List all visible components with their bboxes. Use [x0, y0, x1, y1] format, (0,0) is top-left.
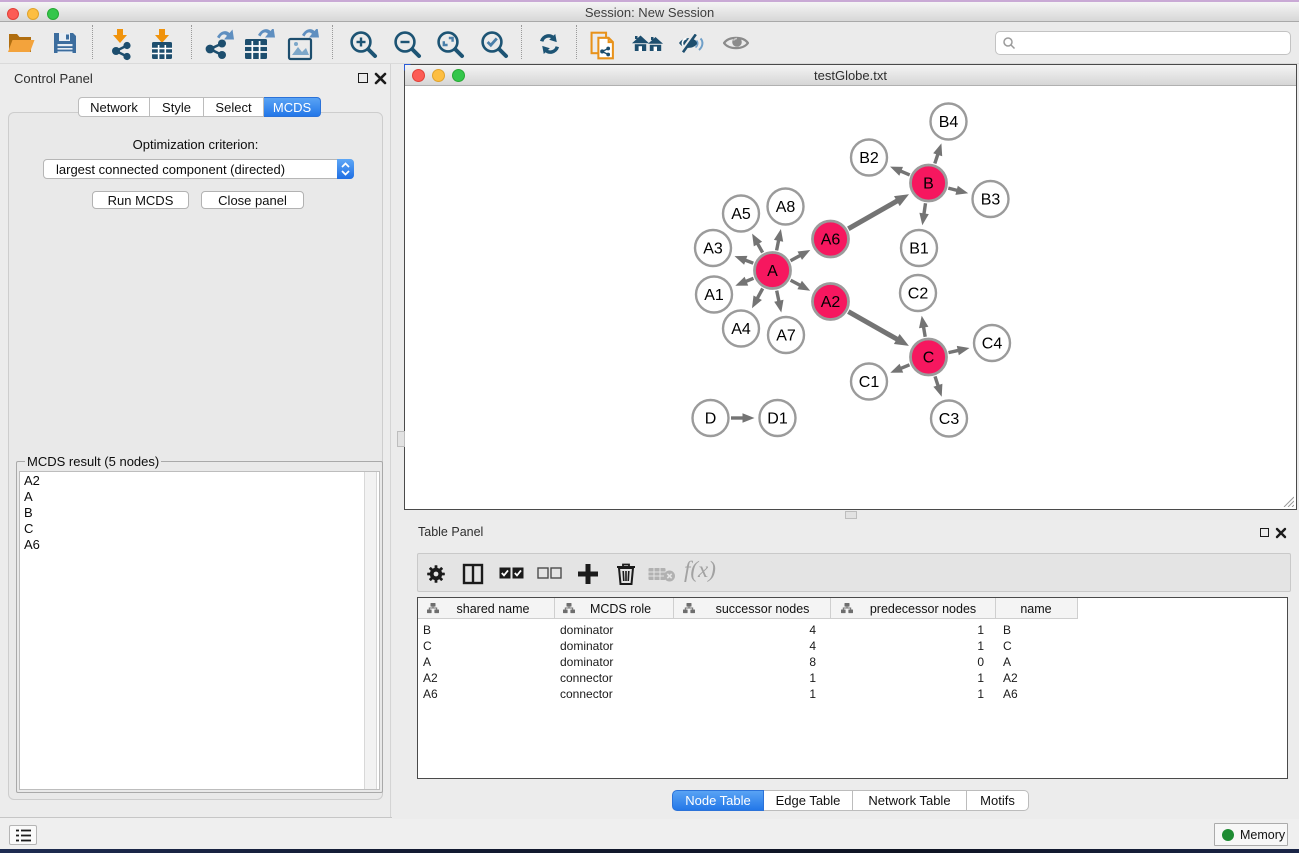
svg-text:A2: A2 [821, 294, 841, 311]
svg-text:D1: D1 [767, 411, 788, 428]
svg-text:B: B [923, 176, 934, 193]
svg-text:B3: B3 [981, 192, 1001, 209]
svg-text:A4: A4 [731, 321, 751, 338]
svg-text:C2: C2 [908, 286, 929, 303]
svg-text:B2: B2 [859, 150, 879, 167]
svg-text:C3: C3 [939, 411, 960, 428]
svg-text:A1: A1 [704, 287, 724, 304]
svg-text:B4: B4 [939, 114, 959, 131]
svg-text:A7: A7 [776, 328, 796, 345]
svg-text:A8: A8 [776, 199, 796, 216]
svg-text:B1: B1 [909, 241, 929, 258]
svg-text:A5: A5 [731, 206, 751, 223]
svg-text:D: D [705, 411, 717, 428]
svg-text:C4: C4 [982, 336, 1003, 353]
svg-text:C1: C1 [859, 374, 880, 391]
svg-text:A6: A6 [821, 232, 841, 249]
svg-text:A: A [767, 263, 778, 280]
svg-text:A3: A3 [703, 241, 723, 258]
svg-text:C: C [923, 350, 935, 367]
